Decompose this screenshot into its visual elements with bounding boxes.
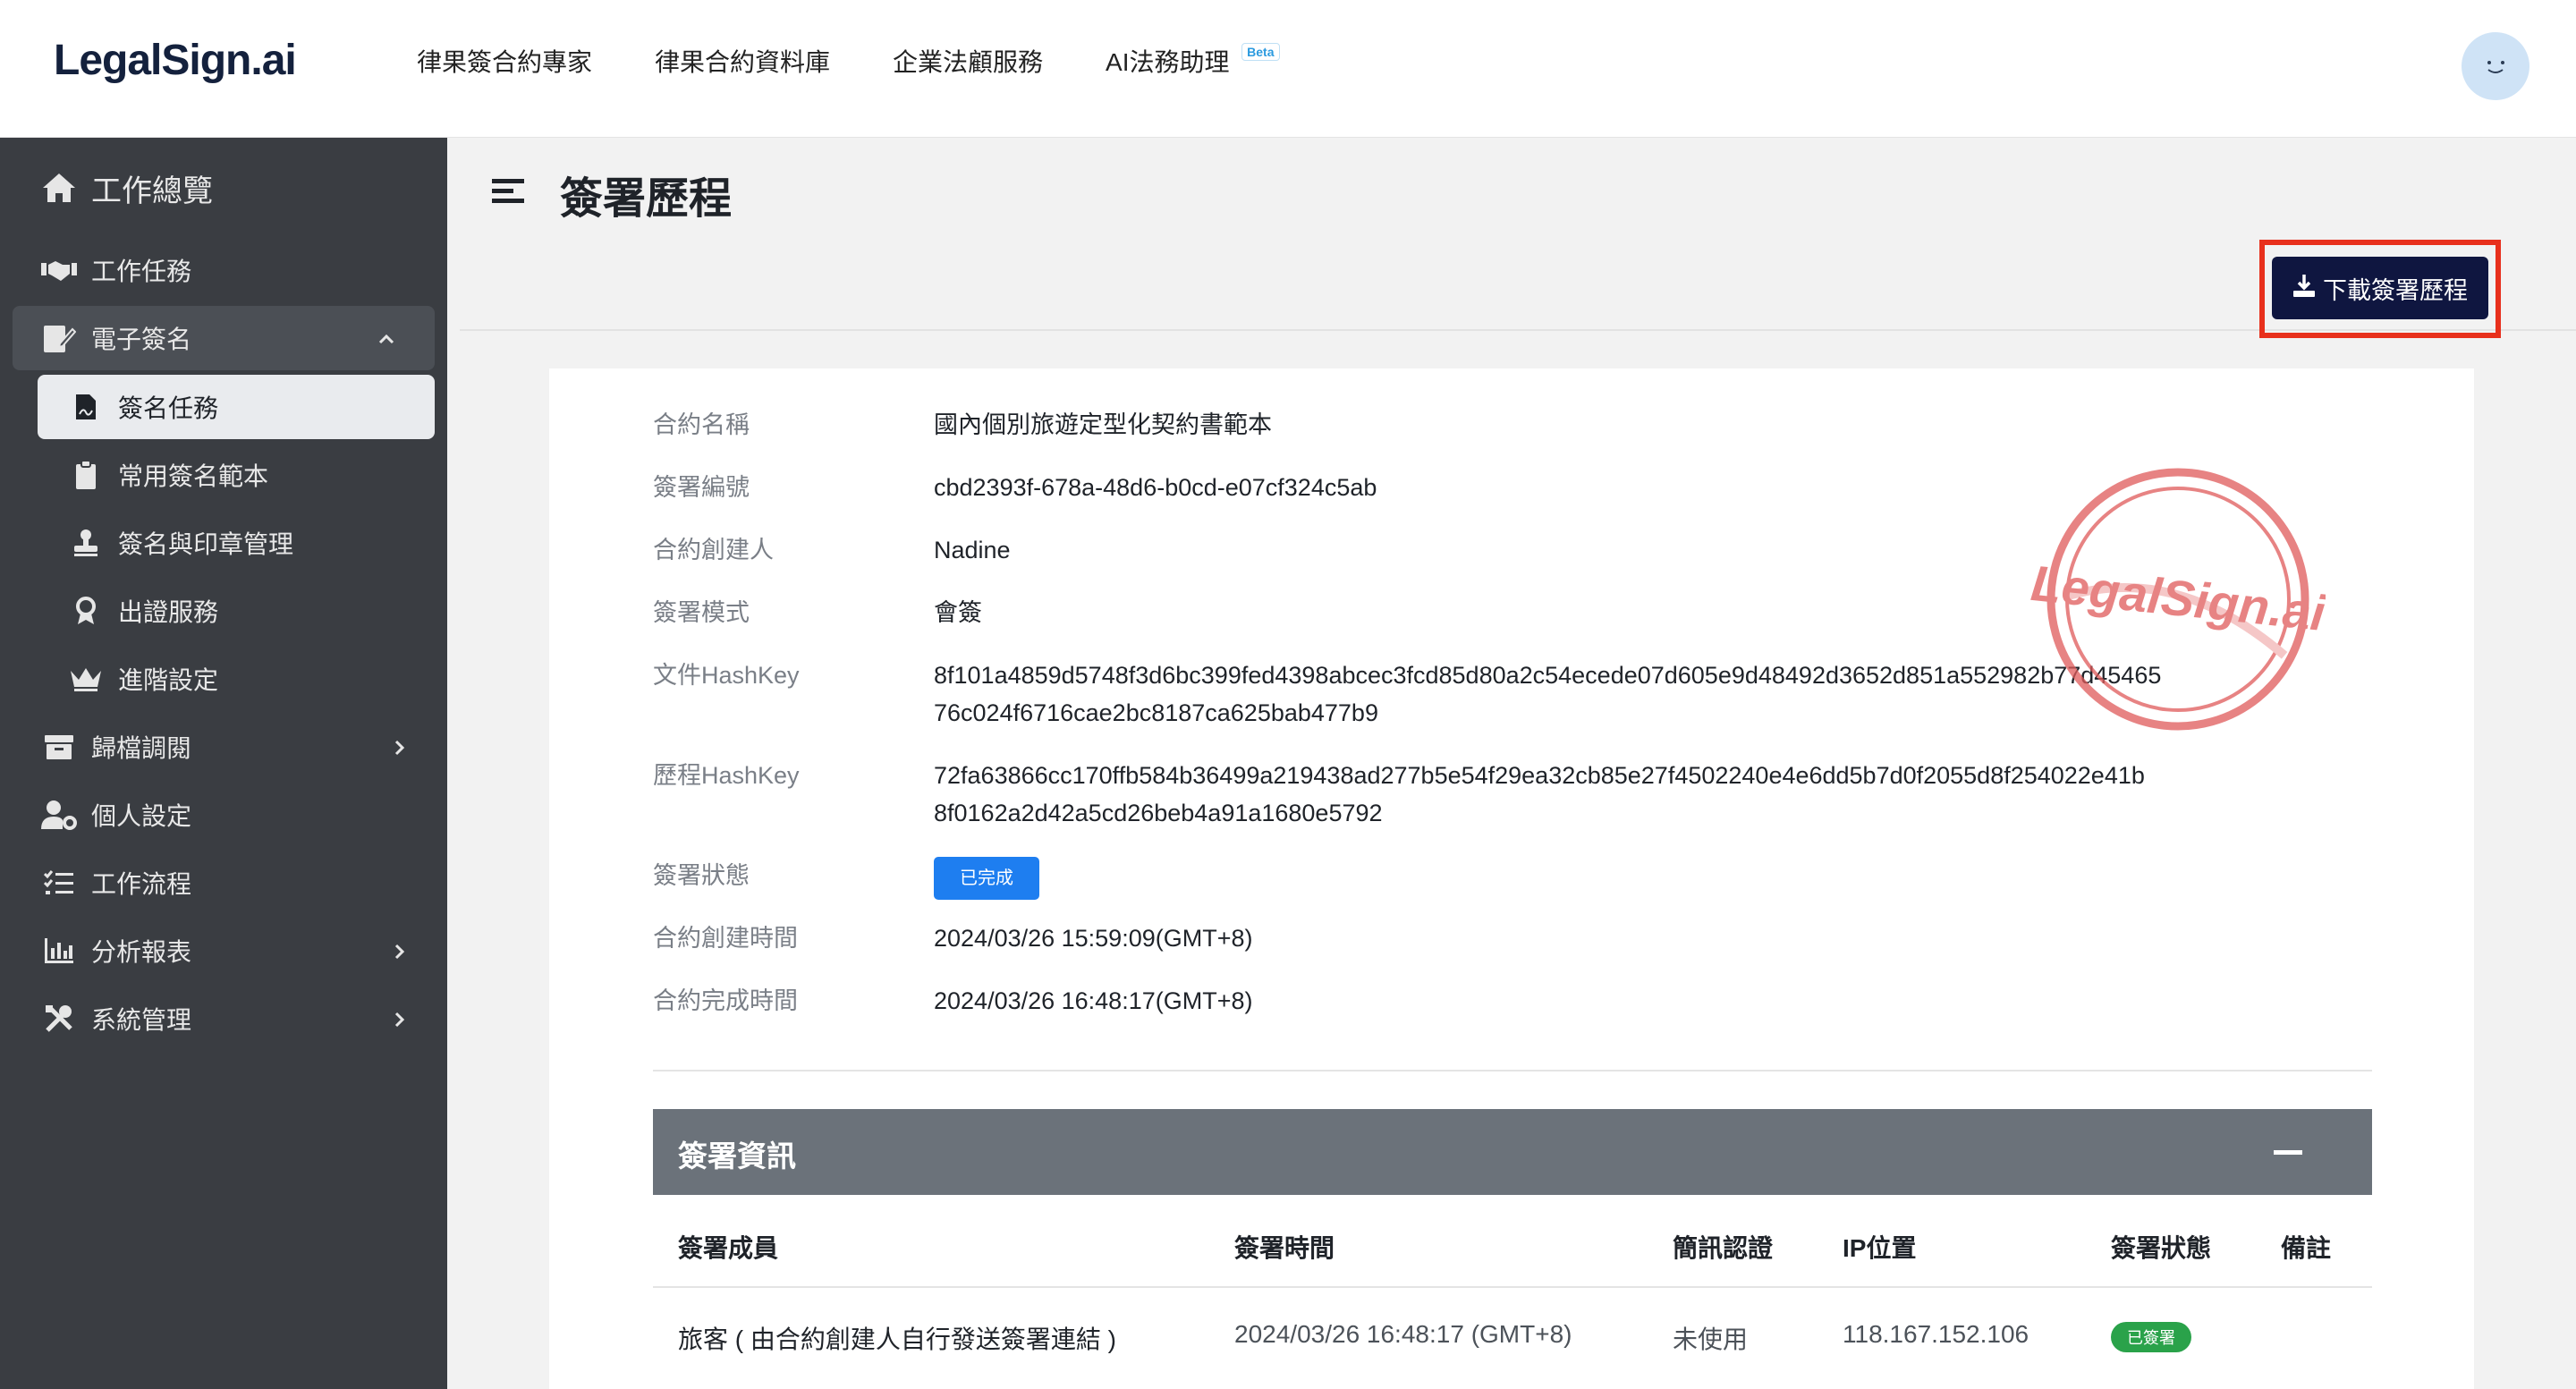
avatar-face-icon <box>2487 61 2504 73</box>
column-header-time: 簽署時間 <box>1234 1234 1335 1262</box>
sidebar-item-advanced-settings[interactable]: 進階設定 <box>0 647 447 711</box>
hamburger-menu-icon[interactable] <box>492 177 524 210</box>
sidebar-item-stamp-manage[interactable]: 簽名與印章管理 <box>0 511 447 575</box>
sidebar-item-tasks[interactable]: 工作任務 <box>0 238 447 302</box>
download-button-label: 下載簽署歷程 <box>2323 276 2468 304</box>
signed-status-badge: 已簽署 <box>2111 1322 2191 1352</box>
sidebar-item-label: 常用簽名範本 <box>118 462 269 490</box>
sidebar-item-label: 電子簽名 <box>91 326 192 353</box>
beta-badge: Beta <box>1241 43 1280 61</box>
ip-cell: 118.167.152.106 <box>1843 1320 2029 1348</box>
topnav-contract-expert[interactable]: 律果簽合約專家 <box>417 45 592 80</box>
bar-chart-icon <box>39 931 79 970</box>
sidebar-item-label: 工作總覽 <box>91 174 213 208</box>
sidebar-item-reports[interactable]: 分析報表 <box>0 919 447 983</box>
detail-label: 合約創建人 <box>653 537 774 563</box>
handshake-icon <box>39 250 79 290</box>
column-header-member: 簽署成員 <box>678 1234 779 1262</box>
sidebar-item-esign[interactable]: 電子簽名 <box>13 306 435 370</box>
detail-label: 簽署模式 <box>653 599 750 626</box>
chevron-right-icon <box>390 734 408 763</box>
detail-label: 合約完成時間 <box>653 987 798 1014</box>
download-history-button[interactable]: 下載簽署歷程 <box>2272 257 2488 319</box>
sidebar-item-certification[interactable]: 出證服務 <box>0 579 447 643</box>
created-time-value: 2024/03/26 15:59:09(GMT+8) <box>934 925 1253 952</box>
sidebar-item-archive[interactable]: 歸檔調閱 <box>0 715 447 779</box>
sidebar-item-label: 系統管理 <box>91 1006 192 1034</box>
collapse-minus-icon[interactable] <box>2274 1150 2302 1155</box>
detail-label: 簽署編號 <box>653 474 750 501</box>
stamp-icon <box>66 523 106 563</box>
table-row: 旅客 ( 由合約創建人自行發送簽署連結 ) 2024/03/26 16:48:1… <box>653 1290 2372 1379</box>
sidebar-item-system-admin[interactable]: 系統管理 <box>0 987 447 1051</box>
sidebar-item-label: 工作流程 <box>91 870 192 898</box>
sms-cell: 未使用 <box>1673 1325 1749 1353</box>
chevron-right-icon <box>390 1006 408 1035</box>
certificate-icon <box>66 591 106 631</box>
column-header-sms: 簡訊認證 <box>1673 1234 1774 1262</box>
sign-info-header: 簽署資訊 <box>653 1109 2372 1195</box>
top-bar: LegalSign.ai 律果簽合約專家 律果合約資料庫 企業法顧服務 AI法務… <box>0 0 2576 138</box>
tools-icon <box>39 999 79 1038</box>
topnav-ai-assistant-label: AI法務助理 <box>1106 48 1230 76</box>
crown-icon <box>66 659 106 699</box>
file-signature-icon <box>66 387 106 427</box>
detail-label: 歷程HashKey <box>653 762 800 789</box>
topnav-ai-assistant[interactable]: AI法務助理 Beta <box>1106 43 1280 80</box>
sign-info-title: 簽署資訊 <box>678 1139 796 1173</box>
sign-edit-icon <box>39 318 79 358</box>
chevron-up-icon <box>377 326 395 354</box>
history-hash-value-line2: 8f0162a2d42a5cd26beb4a91a1680e5792 <box>934 800 1383 826</box>
chevron-right-icon <box>390 938 408 967</box>
column-header-note: 備註 <box>2281 1234 2332 1262</box>
detail-label: 簽署狀態 <box>653 862 750 889</box>
avatar[interactable] <box>2462 32 2529 100</box>
contract-name-value: 國內個別旅遊定型化契約書範本 <box>934 411 1272 438</box>
section-divider <box>653 1070 2372 1071</box>
status-badge: 已完成 <box>934 857 1039 900</box>
column-header-ip: IP位置 <box>1843 1234 1917 1262</box>
history-hash-value-line1: 72fa63866cc170ffb584b36499a219438ad277b5… <box>934 762 2145 789</box>
archive-icon <box>39 727 79 766</box>
sidebar: 工作總覽 工作任務 電子簽名 簽名任務 常用簽名範本 簽名與印章管理 出證服務 … <box>0 138 447 1389</box>
sidebar-item-label: 出證服務 <box>118 598 219 626</box>
sidebar-item-label: 個人設定 <box>91 802 192 830</box>
sidebar-item-label: 歸檔調閱 <box>91 734 192 762</box>
sidebar-item-label: 簽名任務 <box>118 394 219 422</box>
list-check-icon <box>39 863 79 902</box>
logo[interactable]: LegalSign.ai <box>54 36 297 85</box>
sidebar-item-workflow[interactable]: 工作流程 <box>0 851 447 915</box>
creator-value: Nadine <box>934 537 1011 563</box>
doc-hash-value-line1: 8f101a4859d5748f3d6bc399fed4398abcec3fcd… <box>934 662 2162 689</box>
sidebar-item-sign-templates[interactable]: 常用簽名範本 <box>0 443 447 507</box>
sidebar-item-sign-tasks[interactable]: 簽名任務 <box>38 375 435 439</box>
detail-label: 文件HashKey <box>653 662 800 689</box>
topnav-contract-database[interactable]: 律果合約資料庫 <box>655 45 830 80</box>
sidebar-item-label: 進階設定 <box>118 666 219 694</box>
sidebar-item-label: 分析報表 <box>91 938 192 966</box>
user-cog-icon <box>39 795 79 834</box>
home-icon <box>39 168 79 208</box>
stamp-text: LegalSign.ai <box>2030 555 2326 641</box>
sidebar-item-label: 工作任務 <box>91 258 192 285</box>
completed-time-value: 2024/03/26 16:48:17(GMT+8) <box>934 987 1253 1014</box>
mode-value: 會簽 <box>934 599 982 626</box>
page-title: 簽署歷程 <box>560 175 733 223</box>
topnav-legal-service[interactable]: 企業法顧服務 <box>893 45 1043 80</box>
top-nav: 律果簽合約專家 律果合約資料庫 企業法顧服務 AI法務助理 Beta <box>417 43 1292 80</box>
member-cell: 旅客 ( 由合約創建人自行發送簽署連結 ) <box>678 1325 1116 1353</box>
detail-label: 合約創建時間 <box>653 925 798 952</box>
clipboard-icon <box>66 455 106 495</box>
sidebar-item-personal-settings[interactable]: 個人設定 <box>0 783 447 847</box>
detail-label: 合約名稱 <box>653 411 750 438</box>
column-header-status: 簽署狀態 <box>2111 1234 2212 1262</box>
sidebar-item-dashboard[interactable]: 工作總覽 <box>0 156 447 220</box>
doc-hash-value-line2: 76c024f6716cae2bc8187ca625bab477b9 <box>934 699 1378 726</box>
sidebar-item-label: 簽名與印章管理 <box>118 530 294 558</box>
sign-table-header: 簽署成員 簽署時間 簡訊認證 IP位置 簽署狀態 備註 <box>653 1198 2372 1288</box>
download-icon <box>2292 273 2316 304</box>
time-cell: 2024/03/26 16:48:17 (GMT+8) <box>1234 1320 1572 1348</box>
sign-id-value: cbd2393f-678a-48d6-b0cd-e07cf324c5ab <box>934 474 1377 501</box>
legalsign-seal-stamp: LegalSign.ai <box>2029 465 2329 738</box>
